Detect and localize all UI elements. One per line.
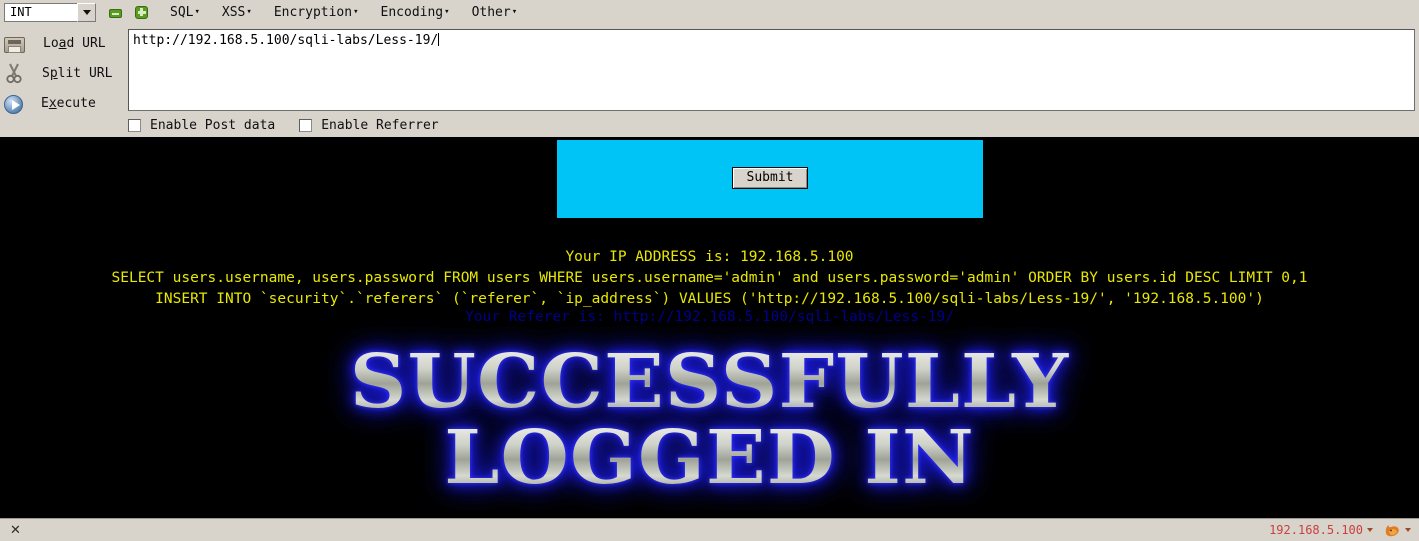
mode-select-value: INT [10,5,32,19]
url-input[interactable]: http://192.168.5.100/sqli-labs/Less-19/ [128,29,1415,111]
ip-address-line: Your IP ADDRESS is: 192.168.5.100 [565,249,854,265]
checkbox-box[interactable] [299,119,313,132]
menu-encoding[interactable]: Encoding▾ [381,5,450,20]
browser-window: INT SQL▾ XSS▾ Encryption▾ Encoding▾ Othe… [0,0,1419,541]
chevron-down-icon[interactable] [77,2,96,22]
enable-post-data-checkbox[interactable]: Enable Post data [128,118,275,133]
menu-encryption-label: Encryption [273,4,353,20]
menu-xss-label: XSS [221,4,246,20]
chevron-down-icon[interactable] [1367,528,1373,532]
select-query-line: SELECT users.username, users.password FR… [111,270,1308,286]
close-icon[interactable]: ✕ [10,524,21,537]
execute-play-icon [4,94,23,114]
split-url-button[interactable]: Split URL [0,58,126,88]
load-url-label: Load URL [43,35,106,51]
hackbar-toolbar: INT SQL▾ XSS▾ Encryption▾ Encoding▾ Othe… [0,0,1419,24]
referer-line: Your Referer is: http://192.168.5.100/sq… [465,309,954,325]
chevron-down-icon: ▾ [511,6,518,17]
chevron-down-icon-2[interactable] [1405,528,1411,532]
menu-encoding-label: Encoding [380,4,444,20]
banner-line-1: SUCCESSFULLY [0,345,1419,419]
url-input-text: http://192.168.5.100/sqli-labs/Less-19/ [133,33,440,48]
split-url-label: Split URL [42,65,113,81]
submit-button[interactable]: Submit [731,166,809,189]
execute-label: Execute [41,95,96,111]
status-bar-right: 192.168.5.100 [1269,523,1411,538]
page-content: Submit Your IP ADDRESS is: 192.168.5.100… [0,139,1419,518]
execute-button[interactable]: Execute [0,88,126,118]
menu-sql[interactable]: SQL▾ [170,5,200,20]
minus-icon[interactable] [109,8,122,18]
plus-icon[interactable] [135,5,148,19]
hackbar-action-column: Load URL Split URL Execute [0,24,126,137]
scissors-icon [4,62,24,84]
chevron-down-icon: ▾ [444,6,450,17]
hackbar-options-row: Enable Post data Enable Referrer [128,118,463,133]
success-banner: SUCCESSFULLY LOGGED IN [0,345,1419,495]
firefox-fox-icon[interactable] [1384,523,1401,538]
status-bar: ✕ 192.168.5.100 [0,518,1419,541]
text-cursor [438,33,440,46]
hackbar-panel: INT SQL▾ XSS▾ Encryption▾ Encoding▾ Othe… [0,0,1419,139]
chevron-down-icon: ▾ [353,6,359,17]
status-ip-label[interactable]: 192.168.5.100 [1269,523,1363,537]
chevron-down-icon: ▾ [194,6,200,17]
chevron-down-icon: ▾ [246,6,252,17]
sql-debug-output: Your IP ADDRESS is: 192.168.5.100 SELECT… [0,247,1419,310]
menu-other-label: Other [471,4,511,20]
banner-line-2: LOGGED IN [0,421,1419,495]
menu-encryption[interactable]: Encryption▾ [274,5,359,20]
enable-referrer-label: Enable Referrer [321,118,439,133]
enable-referrer-checkbox[interactable]: Enable Referrer [299,118,439,133]
enable-post-data-label: Enable Post data [150,118,276,133]
login-form-panel: Submit [557,140,983,218]
mode-select[interactable]: INT [4,2,96,22]
checkbox-box[interactable] [128,119,141,132]
load-url-button[interactable]: Load URL [0,28,126,58]
menu-xss[interactable]: XSS▾ [222,5,252,20]
load-url-icon [4,36,25,53]
menu-other[interactable]: Other▾ [472,5,518,20]
menu-sql-label: SQL [170,4,194,20]
